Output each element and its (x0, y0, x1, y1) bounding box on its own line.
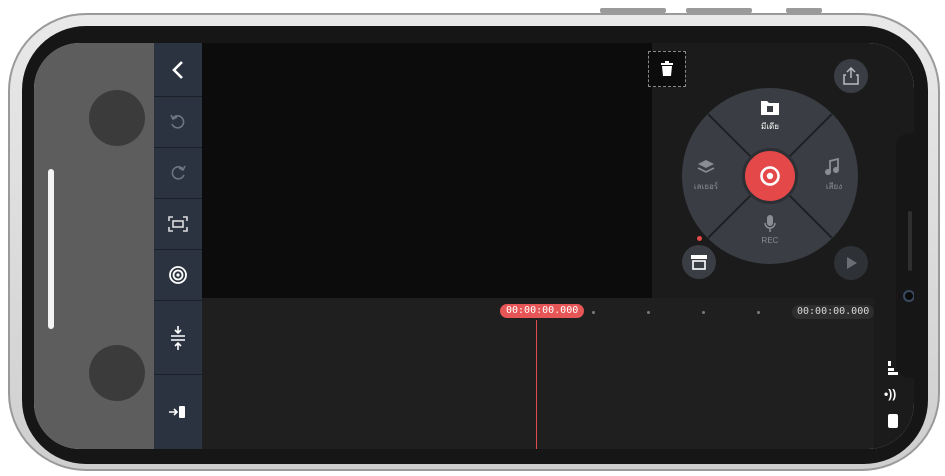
phone-screen: มีเดีย เลเยอร์ เสียง REC 00:00:00.000 00… (34, 43, 914, 449)
play-button[interactable] (834, 246, 868, 280)
total-duration: 00:00:00.000 (792, 305, 875, 319)
layer-label: เลเยอร์ (693, 182, 719, 191)
trash-icon (661, 61, 673, 76)
ruler-tick (592, 311, 595, 314)
media-label: มีเดีย (761, 122, 779, 131)
adjust-height-icon (171, 325, 185, 350)
keyframe-button[interactable] (154, 250, 202, 301)
media-segment[interactable]: มีเดีย (750, 94, 790, 138)
layer-segment[interactable]: เลเยอร์ (684, 154, 728, 198)
playhead[interactable] (536, 320, 537, 449)
wifi-icon: •)) (884, 387, 897, 401)
left-thumb-placeholder-top (89, 90, 145, 146)
redo-icon (171, 165, 186, 180)
media-dial: มีเดีย เลเยอร์ เสียง REC (682, 88, 858, 264)
ruler-tick (757, 311, 760, 314)
battery-icon (888, 414, 898, 428)
back-button[interactable] (154, 43, 202, 97)
share-icon (843, 67, 859, 85)
left-thumb-placeholder-bottom (89, 345, 145, 401)
audio-segment[interactable]: เสียง (812, 154, 856, 198)
camera-shutter-icon (760, 166, 780, 186)
phone-notch (896, 133, 914, 378)
fit-screen-icon (168, 216, 188, 232)
delete-button[interactable] (648, 51, 686, 87)
camera-capture-button[interactable] (742, 148, 798, 204)
speaker-grille (908, 211, 912, 271)
fit-screen-button[interactable] (154, 199, 202, 250)
target-icon (169, 266, 187, 284)
asset-store-button[interactable] (682, 245, 716, 279)
current-timecode: 00:00:00.000 (500, 304, 585, 318)
ruler-tick (647, 311, 650, 314)
undo-icon (170, 114, 185, 129)
music-note-icon (825, 158, 839, 175)
rec-segment[interactable]: REC (750, 212, 790, 256)
rec-label: REC (761, 236, 779, 245)
front-camera (903, 290, 914, 302)
store-icon (691, 255, 707, 270)
editor-toolbar (154, 43, 202, 449)
back-icon (172, 60, 183, 79)
jump-to-end-button[interactable] (154, 375, 202, 449)
timeline[interactable]: 00:00:00.000 00:00:00.000 (202, 298, 875, 449)
video-preview[interactable] (202, 43, 652, 298)
new-badge-dot (697, 236, 702, 241)
redo-button[interactable] (154, 148, 202, 199)
jump-to-end-icon (169, 406, 185, 418)
media-folder-icon (761, 101, 779, 115)
track-height-button[interactable] (154, 301, 202, 375)
audio-label: เสียง (825, 182, 843, 191)
home-indicator (48, 169, 54, 329)
left-safe-area (34, 43, 154, 449)
microphone-icon (764, 215, 776, 232)
play-icon (847, 257, 857, 269)
ruler-tick (702, 311, 705, 314)
undo-button[interactable] (154, 97, 202, 148)
layers-icon (697, 160, 715, 173)
